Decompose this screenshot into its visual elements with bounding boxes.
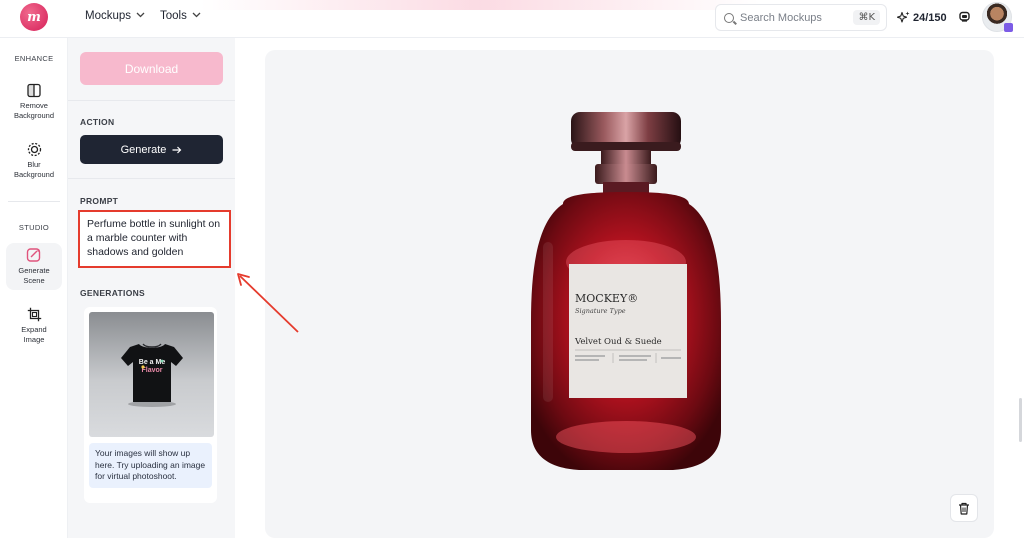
chevron-down-icon bbox=[192, 12, 201, 18]
rail-item-remove-background[interactable]: Remove Background bbox=[6, 78, 62, 125]
prompt-input[interactable]: Perfume bottle in sunlight on a marble c… bbox=[78, 210, 231, 268]
credits-counter[interactable]: 24/150 bbox=[897, 11, 947, 24]
generations-heading: GENERATIONS bbox=[80, 288, 146, 298]
rail-item-generate-scene[interactable]: Generate Scene bbox=[6, 243, 62, 290]
search-icon bbox=[724, 12, 734, 23]
search-input[interactable] bbox=[740, 11, 852, 24]
remove-background-icon bbox=[26, 82, 42, 98]
rail-item-expand-image[interactable]: Expand Image bbox=[6, 302, 62, 349]
app-logo[interactable]: m bbox=[20, 3, 48, 31]
delete-button[interactable] bbox=[950, 494, 978, 522]
sparkle-icon bbox=[897, 11, 910, 23]
label-product: Velvet Oud & Suede bbox=[574, 337, 662, 347]
menu-tools[interactable]: Tools bbox=[160, 10, 201, 22]
menu-mockups-label: Mockups bbox=[85, 10, 132, 22]
avatar-badge bbox=[1004, 23, 1013, 32]
rail-item-label: Expand Image bbox=[21, 325, 47, 344]
tool-rail: ENHANCE Remove Background Blur Backgroun… bbox=[0, 38, 68, 538]
canvas-area: MOCKEY® Signature Type Velvet Oud & Sued… bbox=[235, 38, 1024, 538]
top-bar-gradient bbox=[200, 0, 760, 10]
rail-item-label: Blur Background bbox=[13, 160, 55, 179]
credits-value: 24/150 bbox=[913, 11, 947, 24]
perfume-bottle-image: MOCKEY® Signature Type Velvet Oud & Sued… bbox=[531, 112, 721, 470]
generation-card[interactable]: Be a Me Flavor Your images will show up … bbox=[84, 307, 217, 503]
search-box[interactable]: ⌘K bbox=[715, 4, 887, 31]
rail-item-label: Remove Background bbox=[13, 101, 55, 120]
tshirt-image: Be a Me Flavor bbox=[121, 343, 183, 407]
search-shortcut: ⌘K bbox=[853, 10, 880, 25]
top-bar: m Mockups Tools ⌘K 24/150 bbox=[0, 0, 1024, 38]
trash-icon bbox=[959, 502, 969, 515]
generate-button-label: Generate bbox=[120, 143, 167, 156]
annotation-arrow bbox=[237, 273, 299, 333]
expand-image-icon bbox=[26, 306, 42, 322]
prompt-text: Perfume bottle in sunlight on a marble c… bbox=[87, 218, 221, 258]
control-panel: Download ACTION Generate PROMPT Perfume … bbox=[68, 38, 235, 538]
rail-divider bbox=[8, 201, 60, 202]
svg-text:Flavor: Flavor bbox=[141, 367, 162, 374]
rail-section-enhance: ENHANCE bbox=[14, 54, 54, 63]
generations-note: Your images will show up here. Try uploa… bbox=[89, 443, 212, 488]
chevron-down-icon bbox=[136, 12, 145, 18]
generate-button[interactable]: Generate bbox=[80, 135, 223, 164]
panel-divider bbox=[68, 100, 235, 101]
action-heading: ACTION bbox=[80, 117, 115, 127]
logo-mark: m bbox=[27, 9, 41, 25]
image-canvas[interactable]: MOCKEY® Signature Type Velvet Oud & Sued… bbox=[265, 50, 994, 538]
bell-icon bbox=[958, 11, 970, 22]
notification-icon[interactable] bbox=[957, 9, 971, 23]
panel-divider bbox=[68, 178, 235, 179]
rail-section-studio: STUDIO bbox=[18, 223, 50, 232]
download-button[interactable]: Download bbox=[80, 52, 223, 85]
scrollbar[interactable] bbox=[1019, 398, 1022, 442]
menu-tools-label: Tools bbox=[160, 10, 187, 22]
label-brand: MOCKEY® bbox=[575, 292, 638, 305]
menu-mockups[interactable]: Mockups bbox=[85, 10, 145, 22]
rail-item-blur-background[interactable]: Blur Background bbox=[6, 137, 62, 184]
arrow-right-icon bbox=[172, 146, 182, 153]
label-subtitle: Signature Type bbox=[575, 307, 626, 315]
rail-item-label: Generate Scene bbox=[18, 266, 50, 285]
generate-scene-icon bbox=[26, 247, 42, 263]
prompt-heading: PROMPT bbox=[80, 196, 119, 206]
blur-background-icon bbox=[26, 141, 42, 157]
generation-thumbnail[interactable]: Be a Me Flavor bbox=[89, 312, 214, 437]
